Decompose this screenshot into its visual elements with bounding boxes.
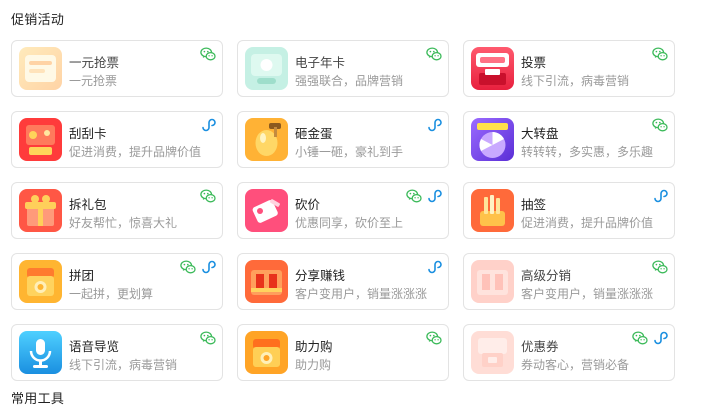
platform-badges bbox=[426, 46, 442, 62]
promotion-description: 助力购 bbox=[295, 358, 332, 372]
golden-egg-icon bbox=[245, 118, 288, 161]
promotion-title: 砍价 bbox=[295, 198, 321, 212]
miniapp-icon bbox=[652, 188, 668, 204]
promotion-card[interactable]: 优惠券券动客心，营销必备 bbox=[463, 324, 675, 381]
promotion-grid: 一元抢票 一元抢票 电子年卡 强强联合，品牌营销 投票 线下引流，病毒营销 刮刮卡 促进消费，… bbox=[11, 40, 675, 381]
vote-icon bbox=[471, 47, 514, 90]
distribution-icon bbox=[471, 260, 514, 303]
wechat-icon bbox=[406, 188, 422, 204]
platform-badges bbox=[200, 46, 216, 62]
platform-badges bbox=[652, 259, 668, 275]
platform-badges bbox=[652, 117, 668, 133]
gift-icon bbox=[19, 189, 62, 232]
platform-badges bbox=[632, 330, 668, 346]
promotion-description: 促进消费，提升品牌价值 bbox=[521, 216, 654, 230]
platform-badges bbox=[652, 46, 668, 62]
promotion-title: 助力购 bbox=[295, 340, 333, 354]
promotion-title: 分享赚钱 bbox=[295, 269, 346, 283]
promotion-description: 强强联合，品牌营销 bbox=[295, 74, 404, 88]
promotion-title: 抽签 bbox=[521, 198, 547, 212]
promotion-card[interactable]: 抽签促进消费，提升品牌价值 bbox=[463, 182, 675, 239]
wechat-icon bbox=[652, 259, 668, 275]
miniapp-icon bbox=[200, 259, 216, 275]
bargain-icon bbox=[245, 189, 288, 232]
assist-buy-icon bbox=[245, 331, 288, 374]
promotion-card[interactable]: 一元抢票 一元抢票 bbox=[11, 40, 223, 97]
promotion-card[interactable]: 砍价优惠同享，砍价至上 bbox=[237, 182, 449, 239]
miniapp-icon bbox=[426, 259, 442, 275]
promotion-card[interactable]: 砸金蛋小锤一砸，豪礼到手 bbox=[237, 111, 449, 168]
promotion-title: 投票 bbox=[521, 56, 547, 70]
promotion-description: 优惠同享，砍价至上 bbox=[295, 216, 404, 230]
promotion-card[interactable]: 分享赚钱客户变用户，销量涨涨涨 bbox=[237, 253, 449, 310]
promotion-card[interactable]: 助力购 助力购 bbox=[237, 324, 449, 381]
promotion-description: 客户变用户，销量涨涨涨 bbox=[521, 287, 654, 301]
platform-badges bbox=[426, 259, 442, 275]
miniapp-icon bbox=[426, 188, 442, 204]
platform-badges bbox=[426, 117, 442, 133]
promotion-title: 语音导览 bbox=[69, 340, 120, 354]
audio-guide-icon bbox=[19, 331, 62, 374]
promotion-title: 拼团 bbox=[69, 269, 95, 283]
promotion-card[interactable]: 拼团一起拼，更划算 bbox=[11, 253, 223, 310]
platform-badges bbox=[200, 188, 216, 204]
promotion-description: 一元抢票 bbox=[69, 74, 118, 88]
promotion-description: 好友帮忙，惊喜大礼 bbox=[69, 216, 178, 230]
share-earn-icon bbox=[245, 260, 288, 303]
promotion-card[interactable]: 高级分销客户变用户，销量涨涨涨 bbox=[463, 253, 675, 310]
promotion-card[interactable]: 拆礼包好友帮忙，惊喜大礼 bbox=[11, 182, 223, 239]
promotion-description: 一起拼，更划算 bbox=[69, 287, 154, 301]
platform-badges bbox=[180, 259, 216, 275]
promotion-title: 砸金蛋 bbox=[295, 127, 333, 141]
group-buy-icon bbox=[19, 260, 62, 303]
promotion-title: 刮刮卡 bbox=[69, 127, 107, 141]
promotion-description: 线下引流，病毒营销 bbox=[521, 74, 630, 88]
wechat-icon bbox=[200, 188, 216, 204]
miniapp-icon bbox=[652, 330, 668, 346]
platform-badges bbox=[200, 330, 216, 346]
promotion-description: 线下引流，病毒营销 bbox=[69, 358, 178, 372]
promotion-title: 高级分销 bbox=[521, 269, 572, 283]
promotion-description: 客户变用户，销量涨涨涨 bbox=[295, 287, 428, 301]
promotion-title: 一元抢票 bbox=[69, 56, 120, 70]
wechat-icon bbox=[426, 46, 442, 62]
wechat-icon bbox=[180, 259, 196, 275]
wechat-icon bbox=[426, 330, 442, 346]
promotion-card[interactable]: 刮刮卡促进消费，提升品牌价值 bbox=[11, 111, 223, 168]
promotion-card[interactable]: 大转盘转转转，多实惠，多乐趣 bbox=[463, 111, 675, 168]
annual-card-icon bbox=[245, 47, 288, 90]
promotion-description: 小锤一砸，豪礼到手 bbox=[295, 145, 404, 159]
promotion-card[interactable]: 语音导览线下引流，病毒营销 bbox=[11, 324, 223, 381]
scratch-card-icon bbox=[19, 118, 62, 161]
promotion-title: 拆礼包 bbox=[69, 198, 107, 212]
promotion-card[interactable]: 投票线下引流，病毒营销 bbox=[463, 40, 675, 97]
wechat-icon bbox=[632, 330, 648, 346]
platform-badges bbox=[406, 188, 442, 204]
promotion-description: 券动客心，营销必备 bbox=[521, 358, 630, 372]
promotion-card[interactable]: 电子年卡强强联合，品牌营销 bbox=[237, 40, 449, 97]
platform-badges bbox=[200, 117, 216, 133]
promotion-title: 优惠券 bbox=[521, 340, 559, 354]
wechat-icon bbox=[652, 46, 668, 62]
miniapp-icon bbox=[426, 117, 442, 133]
promotion-title: 电子年卡 bbox=[295, 56, 346, 70]
promotion-description: 转转转，多实惠，多乐趣 bbox=[521, 145, 654, 159]
promotion-title: 大转盘 bbox=[521, 127, 559, 141]
ticket-icon bbox=[19, 47, 62, 90]
platform-badges bbox=[652, 188, 668, 204]
miniapp-icon bbox=[200, 117, 216, 133]
wheel-icon bbox=[471, 118, 514, 161]
coupon-icon bbox=[471, 331, 514, 374]
wechat-icon bbox=[200, 330, 216, 346]
wechat-icon bbox=[652, 117, 668, 133]
platform-badges bbox=[426, 330, 442, 346]
promotion-description: 促进消费，提升品牌价值 bbox=[69, 145, 202, 159]
lottery-icon bbox=[471, 189, 514, 232]
section-title-tools: 常用工具 bbox=[11, 391, 65, 406]
section-title-promotions: 促销活动 bbox=[11, 12, 65, 27]
wechat-icon bbox=[200, 46, 216, 62]
